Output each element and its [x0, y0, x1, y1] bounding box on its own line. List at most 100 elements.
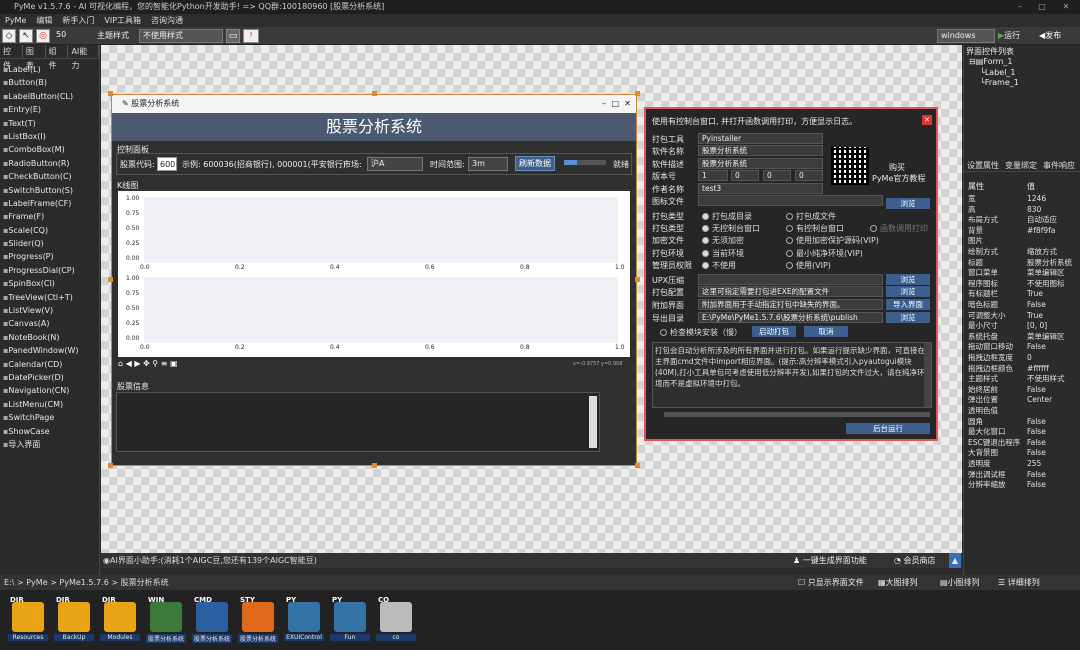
member-shop-button[interactable]: ◔ 会员商店	[894, 553, 936, 568]
check-module-checkbox[interactable]: 检查模块安装（慢）	[660, 327, 742, 338]
version-part-input[interactable]: 0	[731, 170, 759, 182]
tab-controls[interactable]: 控件	[0, 45, 23, 70]
file-item[interactable]: DIR Resources	[8, 596, 48, 644]
property-row[interactable]: 宽 1246	[968, 194, 1076, 205]
tab-events[interactable]: 事件响应	[1040, 159, 1078, 171]
control-item[interactable]: ▪TreeView(Ctl+T)	[0, 291, 99, 304]
select-tool-icon[interactable]: ◇	[2, 29, 16, 43]
option-radio-b[interactable]: 有控制台窗口	[786, 223, 844, 234]
property-row[interactable]: 暗色标题 False	[968, 300, 1076, 311]
property-row[interactable]: 拖拽边框宽度 0	[968, 353, 1076, 364]
file-item[interactable]: PY Fun	[330, 596, 370, 644]
property-row[interactable]: 布局方式 自动适应	[968, 215, 1076, 226]
tab-binding[interactable]: 变量绑定	[1002, 159, 1040, 171]
property-row[interactable]: 绘制方式 缩放方式	[968, 247, 1076, 258]
save-icon[interactable]: ▣	[170, 359, 178, 368]
config-browse-button[interactable]: 浏览	[886, 286, 930, 297]
range-select[interactable]: 3m	[468, 157, 508, 171]
maximize-icon[interactable]: □	[1032, 0, 1052, 14]
publish-button[interactable]: ◀发布	[1039, 29, 1077, 43]
resize-handle[interactable]	[635, 277, 640, 282]
detail-view-button[interactable]: ☰ 详细排列	[998, 575, 1040, 590]
property-row[interactable]: 弹出位置 Center	[968, 395, 1076, 406]
back-icon[interactable]: ◀	[126, 359, 132, 368]
menu-consult[interactable]: 咨询沟通	[146, 14, 188, 27]
control-item[interactable]: ▪LabelButton(CL)	[0, 90, 99, 103]
property-row[interactable]: 大背景图 False	[968, 448, 1076, 459]
tab-ai[interactable]: AI能力	[68, 45, 99, 70]
menu-edit[interactable]: 编辑	[31, 14, 57, 27]
option-checkbox-c[interactable]: 函数调用打印	[870, 223, 928, 234]
expand-icon[interactable]: ▲	[949, 553, 961, 568]
resize-handle[interactable]	[635, 91, 640, 96]
option-radio-a[interactable]: 无须加密	[702, 235, 744, 246]
version-part-input[interactable]: 0	[763, 170, 791, 182]
option-radio-a[interactable]: 无控制台窗口	[702, 223, 760, 234]
option-radio-b[interactable]: 使用(VIP)	[786, 260, 831, 271]
resize-handle[interactable]	[108, 91, 113, 96]
file-item[interactable]: DIR Modules	[100, 596, 140, 644]
property-row[interactable]: 图片	[968, 236, 1076, 247]
form-window[interactable]: ✎ 股票分析系统 – □ ✕ 股票分析系统 控制面板 股票代码: 600 示例:…	[111, 94, 637, 466]
control-item[interactable]: ▪Calendar(CD)	[0, 358, 99, 371]
control-item[interactable]: ▪DatePicker(D)	[0, 371, 99, 384]
property-row[interactable]: 程序图标 不使用图标	[968, 279, 1076, 290]
control-item[interactable]: ▪Canvas(A)	[0, 317, 99, 330]
control-item[interactable]: ▪Button(B)	[0, 76, 99, 89]
upx-input[interactable]	[698, 274, 883, 285]
help-icon[interactable]: ?	[243, 29, 259, 43]
icon-browse-button[interactable]: 浏览	[886, 198, 930, 209]
property-row[interactable]: 弹出调试框 False	[968, 470, 1076, 481]
property-row[interactable]: 拖动窗口移动 False	[968, 342, 1076, 353]
only-ui-checkbox[interactable]: ☐ 只显示界面文件	[798, 575, 864, 590]
import-ui-button[interactable]: 导入界面	[886, 299, 930, 310]
dialog-row-input[interactable]: Pyinstaller	[698, 133, 823, 144]
resize-handle[interactable]	[108, 463, 113, 468]
close-icon[interactable]: ✕	[1056, 0, 1076, 14]
menu-beginner[interactable]: 新手入门	[57, 14, 99, 27]
property-row[interactable]: 标题 股票分析系统	[968, 258, 1076, 269]
control-item[interactable]: ▪SwitchPage	[0, 411, 99, 424]
tree-item-label[interactable]: └Label_1	[980, 68, 1016, 77]
tree-item-frame[interactable]: └Frame_1	[980, 78, 1019, 87]
control-item[interactable]: ▪ListBox(I)	[0, 130, 99, 143]
tab-charts[interactable]: 图表	[23, 45, 46, 70]
control-item[interactable]: ▪导入界面	[0, 438, 99, 451]
background-run-button[interactable]: 后台运行	[846, 423, 930, 434]
info-text[interactable]	[116, 392, 600, 452]
control-item[interactable]: ▪ProgressDial(CP)	[0, 264, 99, 277]
property-row[interactable]: 透明色值	[968, 406, 1076, 417]
market-select[interactable]: 沪A	[367, 157, 423, 171]
control-item[interactable]: ▪ListView(V)	[0, 304, 99, 317]
control-item[interactable]: ▪LabelFrame(CF)	[0, 197, 99, 210]
control-item[interactable]: ▪RadioButton(R)	[0, 157, 99, 170]
control-item[interactable]: ▪ListMenu(CM)	[0, 398, 99, 411]
pan-icon[interactable]: ✥	[143, 359, 150, 368]
control-item[interactable]: ▪Scale(CQ)	[0, 224, 99, 237]
property-row[interactable]: 背景 #f8f9fa	[968, 226, 1076, 237]
code-input[interactable]: 600	[157, 157, 177, 171]
snap-tool-icon[interactable]: ◎	[36, 29, 50, 43]
minimize-icon[interactable]: –	[1010, 0, 1030, 14]
file-item[interactable]: CO co	[376, 596, 416, 644]
kline-plot-top[interactable]: 1.00 0.75 0.50 0.25 0.00 0.0 0.2 0.4 0.6 0.8 1.0	[118, 191, 630, 271]
control-item[interactable]: ▪ComboBox(M)	[0, 143, 99, 156]
cancel-button[interactable]: 取消	[804, 326, 848, 337]
version-part-input[interactable]: 0	[795, 170, 823, 182]
dialog-row-input[interactable]: 股票分析系统	[698, 145, 823, 157]
control-item[interactable]: ▪ShowCase	[0, 425, 99, 438]
property-row[interactable]: 始终居前 False	[968, 385, 1076, 396]
file-item[interactable]: PY EXUIControl	[284, 596, 324, 644]
property-row[interactable]: 主题样式 不使用样式	[968, 374, 1076, 385]
property-row[interactable]: 圆角 False	[968, 417, 1076, 428]
control-item[interactable]: ▪CheckButton(C)	[0, 170, 99, 183]
resize-handle[interactable]	[372, 463, 377, 468]
option-radio-a[interactable]: 不使用	[702, 260, 736, 271]
info-scrollbar[interactable]	[589, 396, 597, 448]
small-icons-button[interactable]: ▤小图排列	[940, 575, 980, 590]
property-row[interactable]: 有标题栏 True	[968, 289, 1076, 300]
file-item[interactable]: STY 股票分析系统	[238, 596, 278, 644]
dialog-close-icon[interactable]: ✕	[922, 115, 932, 125]
run-button[interactable]: ▶运行	[998, 29, 1036, 43]
forward-icon[interactable]: ▶	[134, 359, 140, 368]
